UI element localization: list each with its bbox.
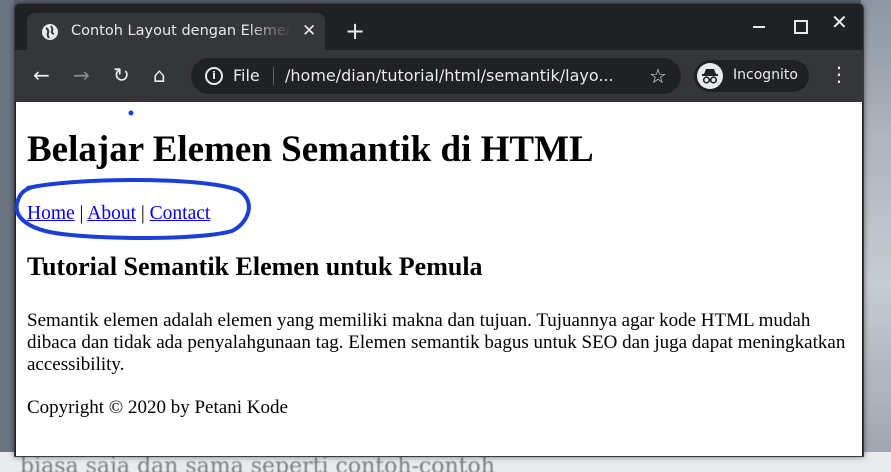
- section-title: Tutorial Semantik Elemen untuk Pemula: [27, 252, 483, 281]
- article-paragraph: Semantik elemen adalah elemen yang memil…: [27, 310, 846, 375]
- main-nav: Home | About | Contact: [27, 203, 210, 225]
- incognito-badge[interactable]: Incognito: [694, 60, 809, 92]
- info-icon[interactable]: i: [205, 67, 223, 85]
- reload-icon[interactable]: ↻: [113, 64, 130, 86]
- home-icon[interactable]: ⌂: [153, 64, 166, 86]
- new-tab-icon[interactable]: +: [345, 19, 365, 43]
- bookmark-star-icon[interactable]: ☆: [649, 64, 667, 88]
- incognito-icon: [697, 63, 723, 89]
- window-close-icon[interactable]: ✕: [831, 12, 848, 32]
- tab-close-icon[interactable]: ✕: [302, 22, 316, 40]
- url-divider: [273, 67, 274, 85]
- background-page-left: [0, 0, 14, 472]
- nav-separator: |: [135, 203, 150, 224]
- forward-arrow-icon[interactable]: →: [73, 64, 90, 86]
- page-title: Belajar Elemen Semantik di HTML: [27, 129, 594, 170]
- tab-bar: Contoh Layout dengan Elemen Semantik ✕ +…: [15, 4, 863, 50]
- page-viewport: Belajar Elemen Semantik di HTML Home | A…: [16, 102, 862, 456]
- url-text[interactable]: /home/dian/tutorial/html/semantik/layo..…: [285, 66, 614, 85]
- nav-link-contact[interactable]: Contact: [150, 203, 211, 224]
- browser-toolbar: ← → ↻ ⌂ i File /home/dian/tutorial/html/…: [15, 50, 863, 102]
- background-page-right: [861, 0, 891, 472]
- browser-window: Contoh Layout dengan Elemen Semantik ✕ +…: [14, 3, 864, 457]
- nav-link-about[interactable]: About: [87, 203, 136, 224]
- nav-separator: |: [74, 203, 88, 224]
- minimize-icon[interactable]: [753, 26, 765, 28]
- maximize-icon[interactable]: [794, 20, 808, 34]
- nav-link-home[interactable]: Home: [27, 203, 75, 224]
- back-arrow-icon[interactable]: ←: [33, 64, 50, 86]
- active-tab[interactable]: Contoh Layout dengan Elemen Semantik ✕: [27, 13, 325, 50]
- address-bar[interactable]: i File /home/dian/tutorial/html/semantik…: [191, 58, 681, 94]
- incognito-label: Incognito: [733, 67, 798, 83]
- url-scheme-label: File: [233, 66, 260, 85]
- globe-icon: [42, 24, 58, 40]
- kebab-menu-icon[interactable]: ⋮: [829, 63, 849, 85]
- tab-title: Contoh Layout dengan Elemen Semantik: [71, 23, 291, 39]
- page-footer: Copyright © 2020 by Petani Kode: [27, 397, 288, 418]
